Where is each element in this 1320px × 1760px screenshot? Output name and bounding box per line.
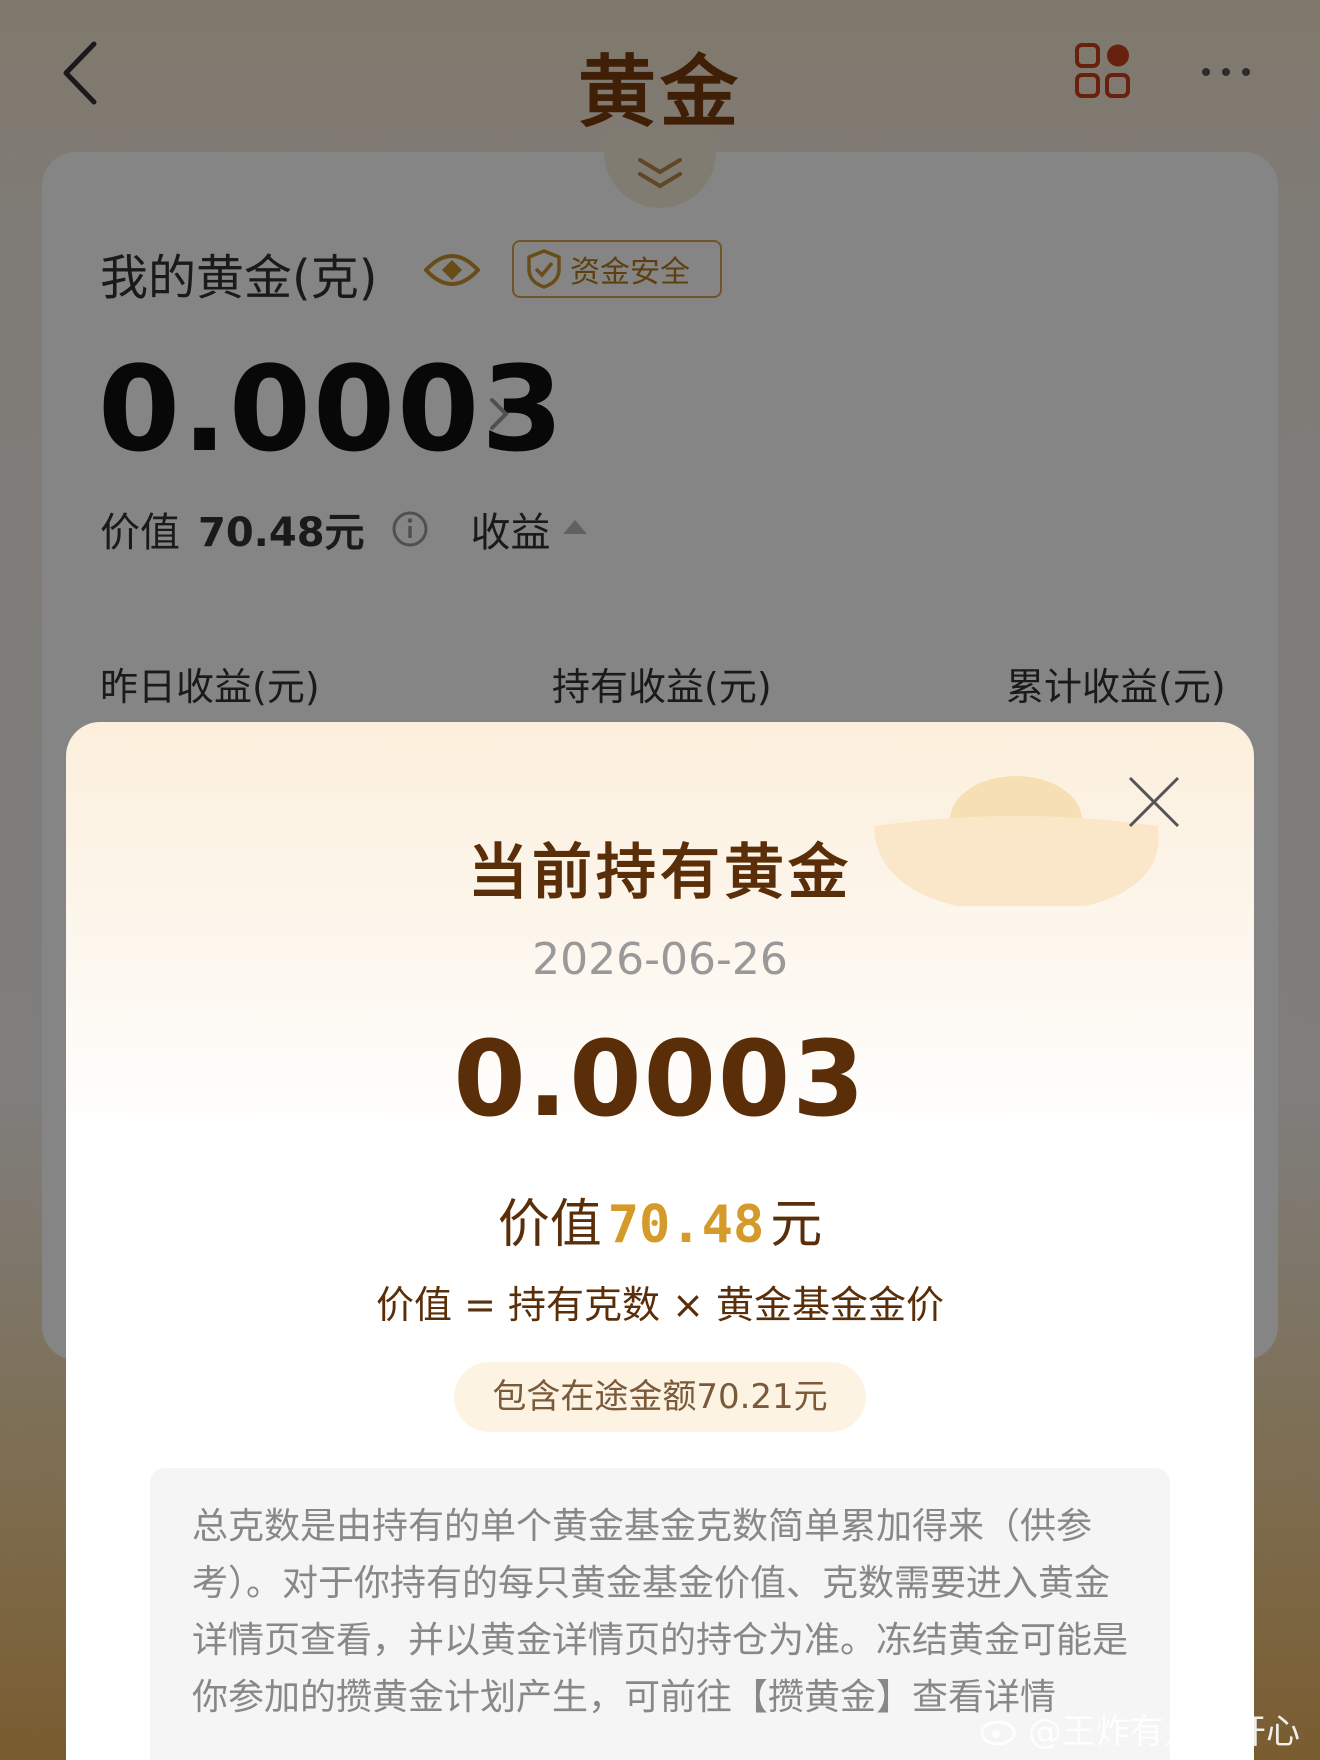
weibo-logo-icon xyxy=(980,1720,1016,1745)
modal-value-prefix: 价值 xyxy=(497,1195,602,1255)
modal-value-line: 价值 70.48 元 xyxy=(66,1182,1254,1257)
value-formula: 价值 = 持有克数 × 黄金基金金价 xyxy=(376,1283,944,1327)
weibo-watermark: @王炸有点小开心 xyxy=(980,1704,1300,1753)
modal-date: 2026-06-26 xyxy=(532,934,788,985)
watermark-text: @王炸有点小开心 xyxy=(1028,1712,1300,1752)
modal-value-suffix: 元 xyxy=(770,1195,823,1255)
modal-title: 当前持有黄金 xyxy=(468,838,852,908)
in-transit-amount-pill: 包含在途金额70.21元 xyxy=(454,1362,866,1432)
modal-value-number: 70.48 xyxy=(607,1195,765,1255)
gold-holding-modal: 当前持有黄金 2026-06-26 0.0003 价值 70.48 元 价值 = 持… xyxy=(66,722,1254,1760)
close-icon[interactable] xyxy=(1126,774,1182,830)
modal-gold-amount: 0.0003 xyxy=(453,1018,867,1140)
